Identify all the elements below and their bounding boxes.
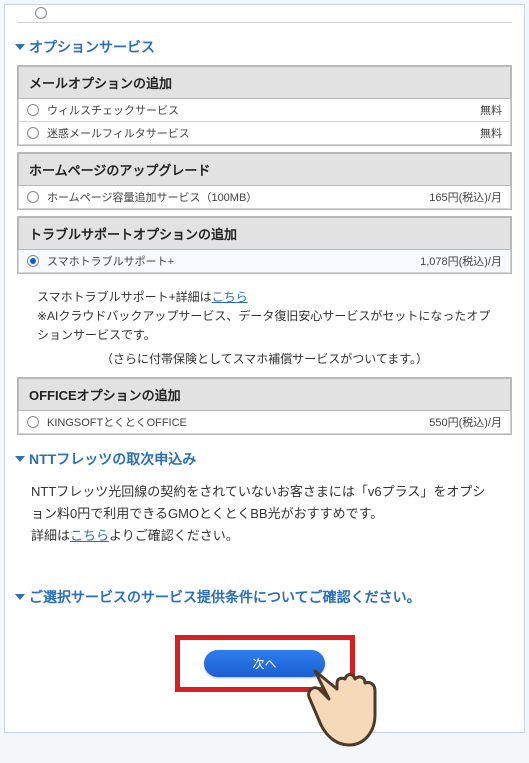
option-price: 無料 [480, 102, 502, 118]
homepage-options-header: ホームページのアップグレード [18, 153, 511, 186]
office-options-header: OFFICEオプションの追加 [18, 378, 511, 411]
detail-note: ※AIクラウドバックアップサービス、データ復旧安心サービスがセットになったオプシ… [37, 309, 490, 342]
trouble-options-table: トラブルサポートオプションの追加 スマホトラブルサポート+ 1,078円(税込)… [17, 216, 512, 274]
option-price: 1,078円(税込)/月 [420, 253, 502, 269]
ntt-body: NTTフレッツ光回線の契約をされていないお客さまには「v6プラス」をオプション料… [17, 477, 512, 551]
office-options-table: OFFICEオプションの追加 KINGSOFTとくとくOFFICE 550円(税… [17, 377, 512, 435]
option-label: ホームページ容量追加サービス（100MB） [47, 189, 429, 205]
mail-options-header: メールオプションの追加 [18, 66, 511, 99]
detail-paren: （さらに付帯保険としてスマホ補償サービスがついてます。） [37, 350, 492, 369]
option-label: スマホトラブルサポート+ [47, 253, 420, 269]
next-button-label: 次へ [252, 657, 276, 671]
option-row-homepage[interactable]: ホームページ容量追加サービス（100MB） 165円(税込)/月 [18, 186, 511, 209]
radio-icon-checked[interactable] [27, 255, 39, 267]
homepage-options-table: ホームページのアップグレード ホームページ容量追加サービス（100MB） 165… [17, 152, 512, 210]
option-label: ウィルスチェックサービス [47, 102, 480, 118]
section-terms-label: ご選択サービスのサービス提供条件についてご確認ください。 [29, 587, 421, 607]
trouble-detail-text: スマホトラブルサポート+詳細はこちら ※AIクラウドバックアップサービス、データ… [17, 280, 512, 377]
next-button-wrap: 次へ [175, 635, 355, 692]
option-label: 迷惑メールフィルタサービス [47, 125, 480, 141]
radio-truncated[interactable] [35, 7, 47, 19]
detail-prefix: スマホトラブルサポート+詳細は [37, 290, 212, 304]
truncated-top [17, 13, 512, 23]
radio-icon[interactable] [27, 127, 39, 139]
radio-icon[interactable] [27, 104, 39, 116]
option-price: 550円(税込)/月 [429, 414, 502, 430]
ntt-body2-link[interactable]: こちら [70, 528, 109, 543]
option-row-trouble[interactable]: スマホトラブルサポート+ 1,078円(税込)/月 [18, 250, 511, 273]
option-row-virus[interactable]: ウィルスチェックサービス 無料 [18, 99, 511, 122]
ntt-body2-prefix: 詳細は [31, 528, 70, 543]
option-price: 165円(税込)/月 [429, 189, 502, 205]
next-highlight-box: 次へ [175, 635, 355, 692]
detail-link[interactable]: こちら [212, 290, 248, 304]
ntt-body1: NTTフレッツ光回線の契約をされていないお客さまには「v6プラス」をオプション料… [31, 484, 485, 521]
section-terms-title: ご選択サービスのサービス提供条件についてご確認ください。 [17, 587, 512, 607]
option-label: KINGSOFTとくとくOFFICE [47, 414, 429, 430]
option-row-office[interactable]: KINGSOFTとくとくOFFICE 550円(税込)/月 [18, 411, 511, 434]
option-row-spam[interactable]: 迷惑メールフィルタサービス 無料 [18, 122, 511, 145]
section-ntt-title: NTTフレッツの取次申込み [17, 449, 512, 469]
mail-options-table: メールオプションの追加 ウィルスチェックサービス 無料 迷惑メールフィルタサービ… [17, 65, 512, 146]
radio-icon[interactable] [27, 191, 39, 203]
section-options-label: オプションサービス [29, 37, 155, 57]
ntt-body2-suffix: よりご確認ください。 [109, 528, 239, 543]
radio-icon[interactable] [27, 416, 39, 428]
option-price: 無料 [480, 125, 502, 141]
next-button[interactable]: 次へ [204, 650, 324, 677]
form-page: オプションサービス メールオプションの追加 ウィルスチェックサービス 無料 迷惑… [4, 4, 525, 733]
section-options-title: オプションサービス [17, 37, 512, 57]
section-ntt-label: NTTフレッツの取次申込み [29, 449, 196, 469]
trouble-options-header: トラブルサポートオプションの追加 [18, 217, 511, 250]
